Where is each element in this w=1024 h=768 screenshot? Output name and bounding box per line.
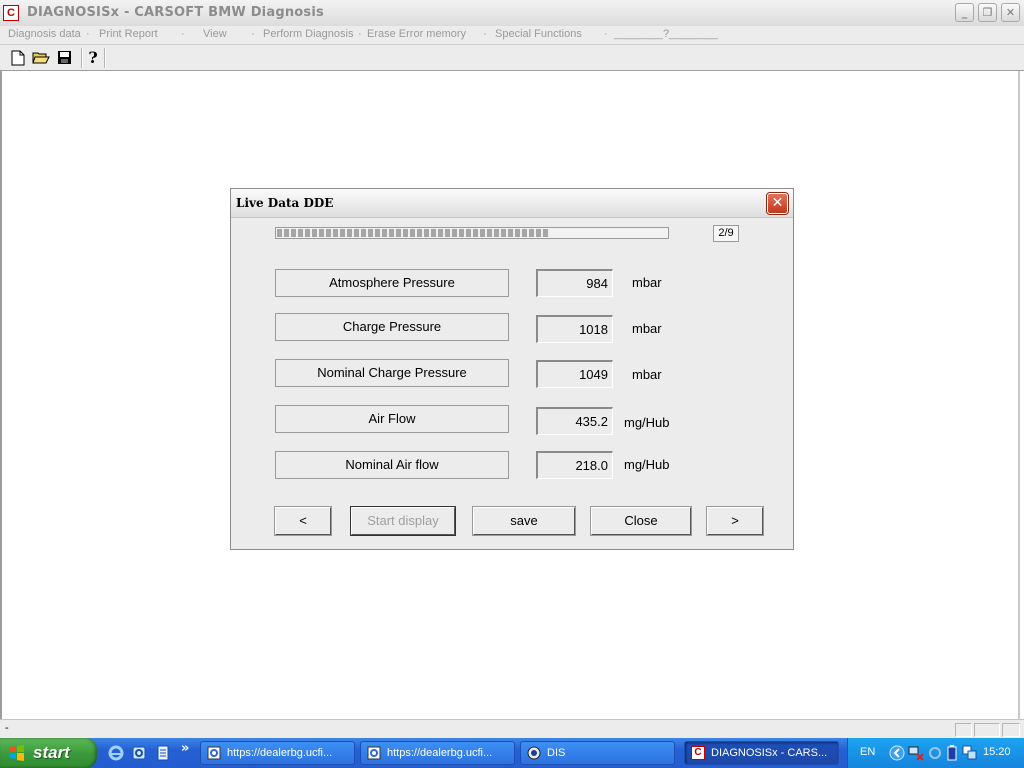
start-display-button[interactable]: Start display (350, 506, 456, 536)
dialog-close-button[interactable]: Close (590, 506, 692, 536)
atmosphere-pressure-unit: mbar (632, 275, 662, 290)
restore-button[interactable]: ❐ (978, 3, 997, 22)
toolbar-separator (104, 48, 106, 68)
menu-view[interactable]: View (203, 28, 227, 40)
save-button[interactable]: save (472, 506, 576, 536)
menu-print-report[interactable]: Print Report (99, 28, 158, 40)
start-button[interactable]: start (0, 738, 97, 768)
battery-icon[interactable] (945, 745, 959, 761)
live-data-dialog: Live Data DDE ✕ 2/9 Atmosphere Pressure … (230, 188, 794, 550)
internet-explorer-icon[interactable] (108, 745, 124, 761)
menu-bar: Diagnosis data · Print Report · View · P… (0, 26, 1024, 45)
air-flow-label: Air Flow (275, 405, 509, 433)
taskbar-item-label: DIS (547, 747, 566, 759)
nominal-charge-pressure-label: Nominal Charge Pressure (275, 359, 509, 387)
language-indicator[interactable]: EN (860, 746, 875, 758)
air-flow-value: 435.2 (536, 407, 613, 435)
progress-fill (277, 229, 550, 237)
menu-separator: · (181, 28, 185, 40)
dialog-title: Live Data DDE (236, 196, 334, 210)
dis-globe-icon (527, 746, 541, 760)
status-bar: - (0, 719, 1024, 739)
menu-separator: · (483, 28, 487, 40)
window-title: DIAGNOSISx - CARSOFT BMW Diagnosis (27, 5, 324, 20)
taskbar-item-label: https://dealerbg.ucfi... (227, 747, 333, 759)
save-disk-icon[interactable] (54, 48, 74, 67)
menu-help[interactable]: ________?________ (614, 28, 718, 40)
atmosphere-pressure-value: 984 (536, 269, 613, 297)
menu-separator: · (604, 28, 608, 40)
browser-quicklaunch-icon[interactable] (131, 745, 147, 761)
network-error-icon[interactable] (908, 745, 924, 761)
help-icon[interactable]: ? (83, 48, 103, 67)
page-indicator: 2/9 (713, 225, 739, 242)
system-tray: EN 15:20 (847, 738, 1024, 768)
nominal-air-flow-label: Nominal Air flow (275, 451, 509, 479)
taskbar: start » https://dealerbg.ucfi... https:/… (0, 738, 1024, 768)
minimize-button[interactable]: _ (955, 3, 974, 22)
previous-page-button[interactable]: < (274, 506, 332, 536)
quicklaunch-chevron-icon[interactable]: » (181, 741, 189, 756)
status-panel (955, 723, 972, 737)
air-flow-unit: mg/Hub (624, 415, 670, 430)
open-folder-icon[interactable] (31, 48, 51, 67)
sync-icon[interactable] (927, 745, 943, 761)
tray-collapse-icon[interactable] (889, 745, 905, 761)
menu-separator: · (251, 28, 255, 40)
nominal-charge-pressure-unit: mbar (632, 367, 662, 382)
notepad-icon[interactable] (155, 745, 171, 761)
status-text: - (5, 722, 9, 734)
menu-separator: · (86, 28, 90, 40)
new-document-icon[interactable] (8, 48, 28, 67)
nominal-air-flow-value: 218.0 (536, 451, 613, 479)
taskbar-item-dis[interactable]: DIS (520, 741, 675, 765)
ie-page-icon (207, 746, 221, 760)
next-page-button[interactable]: > (706, 506, 764, 536)
taskbar-item-dealerbg-1[interactable]: https://dealerbg.ucfi... (200, 741, 355, 765)
atmosphere-pressure-label: Atmosphere Pressure (275, 269, 509, 297)
start-label: start (33, 743, 70, 762)
taskbar-item-label: https://dealerbg.ucfi... (387, 747, 493, 759)
toolbar: ? (0, 45, 1024, 71)
charge-pressure-unit: mbar (632, 321, 662, 336)
carsoft-icon: C (691, 746, 705, 760)
clock[interactable]: 15:20 (983, 746, 1011, 758)
windows-logo-icon (10, 745, 24, 761)
menu-separator: · (358, 28, 362, 40)
menu-special-functions[interactable]: Special Functions (495, 28, 582, 40)
menu-perform-diagnosis[interactable]: Perform Diagnosis (263, 28, 353, 40)
dialog-close-icon[interactable]: ✕ (766, 192, 789, 215)
ie-page-icon (367, 746, 381, 760)
live-data-progress-bar (275, 227, 669, 239)
taskbar-item-dealerbg-2[interactable]: https://dealerbg.ucfi... (360, 741, 515, 765)
menu-erase-error-memory[interactable]: Erase Error memory (367, 28, 466, 40)
charge-pressure-label: Charge Pressure (275, 313, 509, 341)
status-panel (1002, 723, 1020, 737)
nominal-charge-pressure-value: 1049 (536, 360, 613, 388)
nominal-air-flow-unit: mg/Hub (624, 457, 670, 472)
menu-diagnosis-data[interactable]: Diagnosis data (8, 28, 81, 40)
window-close-button[interactable]: ✕ (1001, 3, 1020, 22)
display-settings-icon[interactable] (962, 745, 978, 761)
dialog-title-bar[interactable]: Live Data DDE ✕ (231, 189, 793, 218)
taskbar-item-diagnosisx[interactable]: C DIAGNOSISx - CARS... (684, 741, 839, 765)
charge-pressure-value: 1018 (536, 315, 613, 343)
taskbar-item-label: DIAGNOSISx - CARS... (711, 747, 828, 759)
carsoft-app-icon[interactable]: C (3, 5, 19, 21)
main-title-bar[interactable]: C DIAGNOSISx - CARSOFT BMW Diagnosis _ ❐… (0, 0, 1024, 27)
status-panel (974, 723, 1000, 737)
